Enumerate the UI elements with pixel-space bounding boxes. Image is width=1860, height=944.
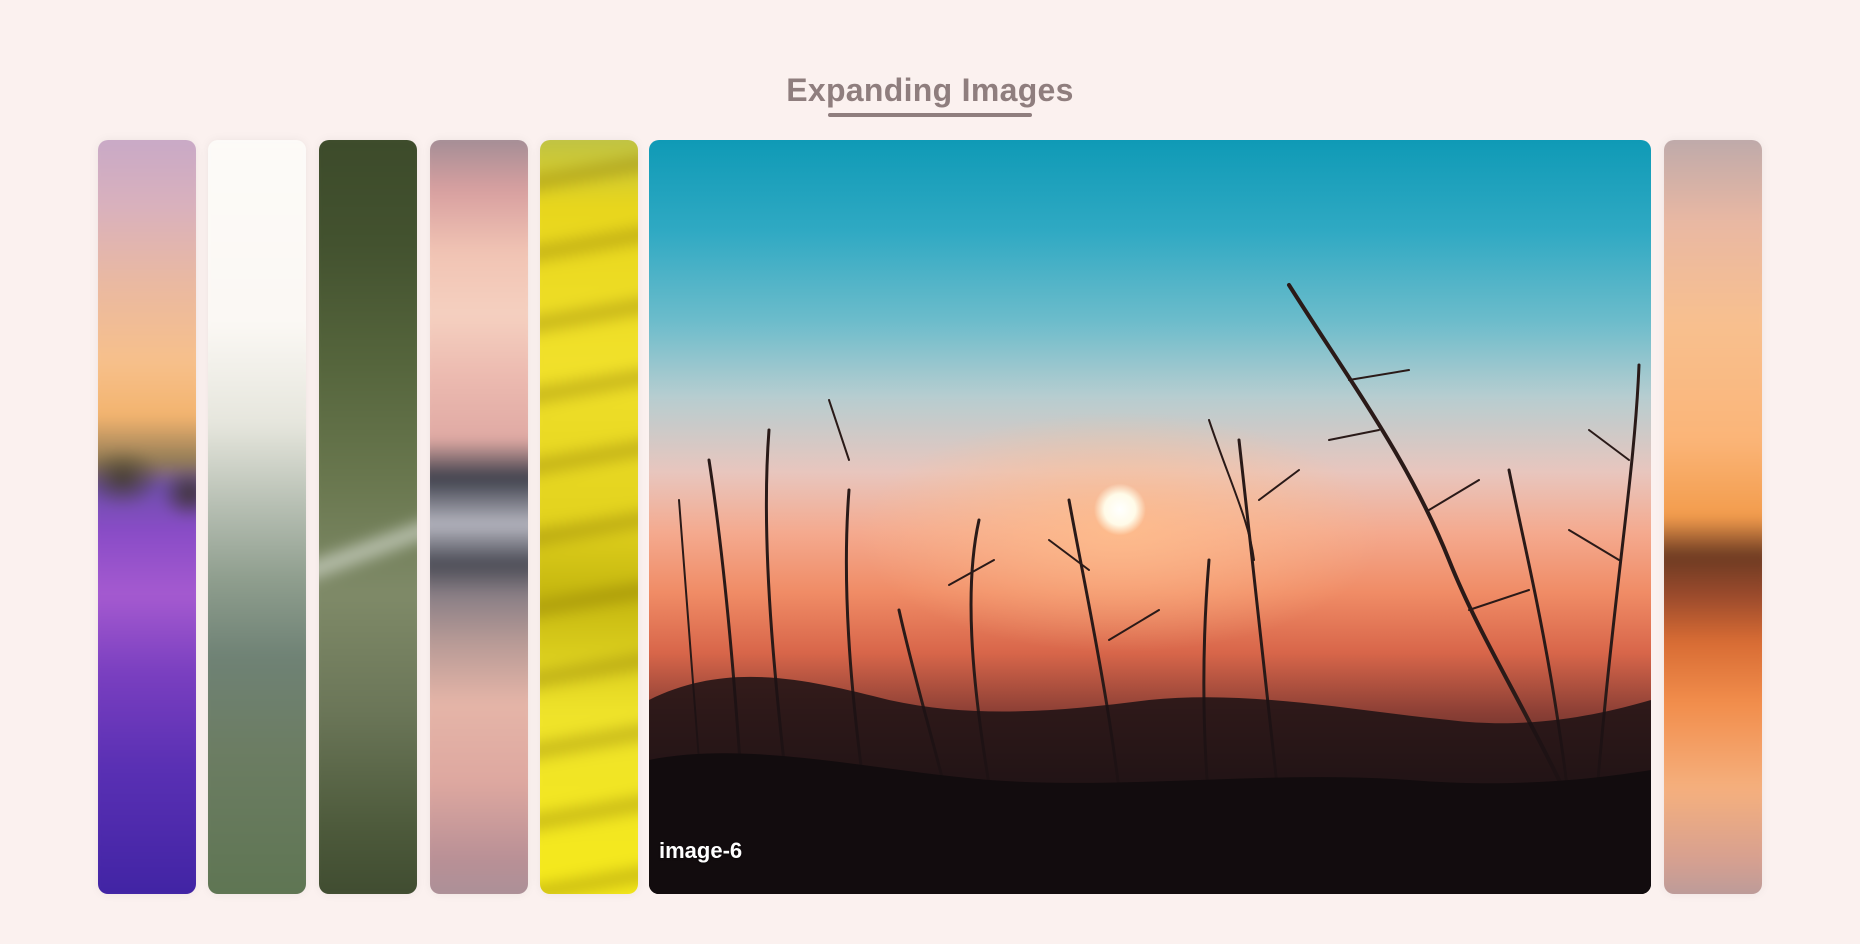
panel-1-image <box>98 140 196 894</box>
gallery-panel-3[interactable] <box>319 140 417 894</box>
panel-4-image <box>430 140 528 894</box>
gallery-panel-1[interactable] <box>98 140 196 894</box>
active-image-caption: image-6 <box>659 838 743 863</box>
panel-5-image <box>540 140 638 894</box>
image-gallery: image-6 <box>0 0 1860 944</box>
branches-silhouette <box>649 283 1651 894</box>
panel-2-image <box>208 140 306 894</box>
gallery-panel-2[interactable] <box>208 140 306 894</box>
panel-3-image <box>319 140 417 894</box>
gallery-panel-4[interactable] <box>430 140 528 894</box>
gallery-panel-7[interactable] <box>1664 140 1762 894</box>
gallery-panel-6[interactable]: image-6 <box>649 140 1651 894</box>
panel-7-image <box>1664 140 1762 894</box>
gallery-panel-5[interactable] <box>540 140 638 894</box>
